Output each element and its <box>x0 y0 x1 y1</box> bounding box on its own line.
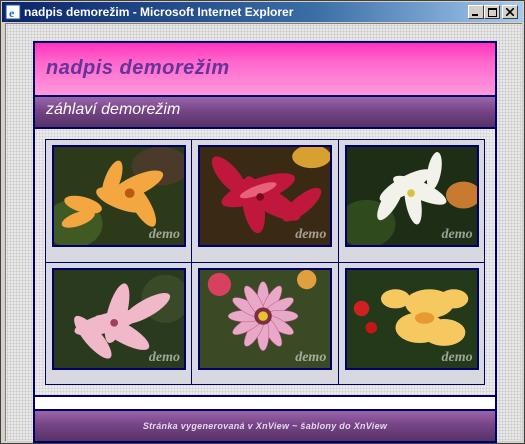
page-title: nadpis demorežim <box>46 57 230 79</box>
ie-icon: e <box>5 4 21 20</box>
close-icon <box>506 8 514 16</box>
header-banner: nadpis demorežim <box>35 43 495 95</box>
browser-window: e nadpis demorežim - Microsoft Internet … <box>0 0 525 444</box>
red-lily-thumbnail[interactable]: demo <box>198 145 333 247</box>
footer-separator <box>35 397 495 409</box>
gallery-area: demo demo demo demo demo demo <box>35 129 495 395</box>
close-button[interactable] <box>502 5 518 19</box>
white-lily-thumbnail[interactable]: demo <box>344 145 479 247</box>
footer-text: Stránka vygenerovaná v XnView ~ šablony … <box>142 421 388 431</box>
orange-lily-thumbnail[interactable]: demo <box>52 145 186 247</box>
thumbnail-cell: demo <box>192 262 338 384</box>
svg-text:e: e <box>9 6 15 20</box>
maximize-button[interactable] <box>484 5 500 19</box>
thumbnail-cell: demo <box>338 262 484 384</box>
yellow-flowers-thumbnail[interactable]: demo <box>344 267 479 370</box>
demo-watermark: demo <box>295 349 327 365</box>
demo-watermark: demo <box>295 227 327 242</box>
minimize-icon <box>472 14 478 16</box>
window-title: nadpis demorežim - Microsoft Internet Ex… <box>24 5 294 19</box>
demo-watermark: demo <box>441 349 473 365</box>
thumbnail-cell: demo <box>192 140 338 262</box>
pink-lily-thumbnail[interactable]: demo <box>52 267 186 370</box>
thumbnail-cell: demo <box>46 262 192 384</box>
maximize-icon <box>487 7 497 17</box>
page-viewport[interactable]: nadpis demorežim záhlaví demorežim demo … <box>5 23 522 443</box>
thumbnail-cell: demo <box>46 140 192 262</box>
page-subtitle: záhlaví demorežim <box>46 101 181 118</box>
demo-watermark: demo <box>441 227 473 242</box>
subheader-banner: záhlaví demorežim <box>35 97 495 127</box>
page-frame: nadpis demorežim záhlaví demorežim demo … <box>33 41 497 443</box>
thumbnail-grid: demo demo demo demo demo demo <box>45 139 485 385</box>
demo-watermark: demo <box>148 349 180 365</box>
demo-watermark: demo <box>148 227 180 242</box>
thumbnail-cell: demo <box>338 140 484 262</box>
gazania-thumbnail[interactable]: demo <box>198 267 333 370</box>
footer-bar: Stránka vygenerovaná v XnView ~ šablony … <box>35 411 495 441</box>
title-bar[interactable]: e nadpis demorežim - Microsoft Internet … <box>2 2 523 22</box>
minimize-button[interactable] <box>468 5 484 19</box>
